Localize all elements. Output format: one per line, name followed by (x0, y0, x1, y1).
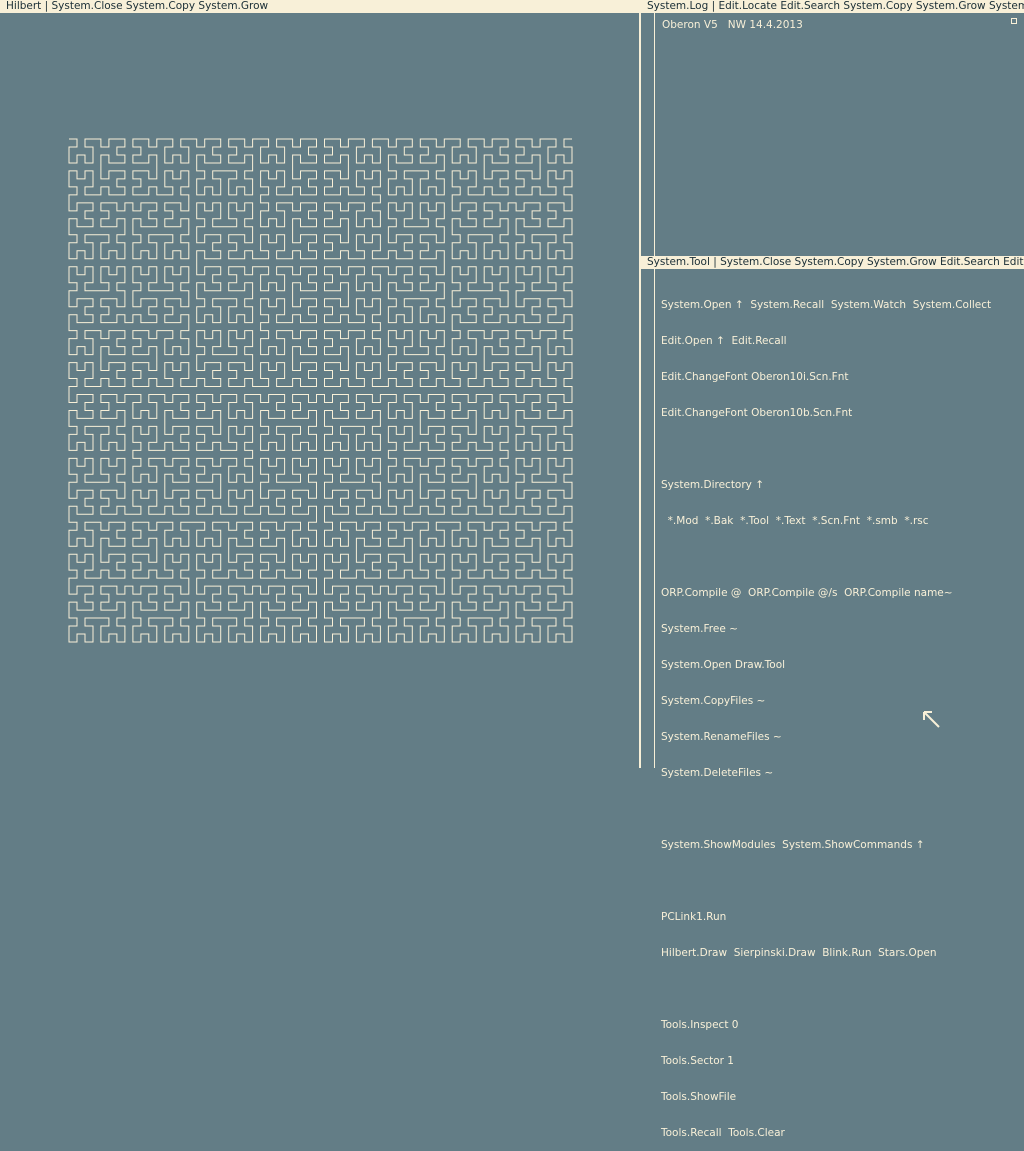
hilbert-curve-drawing (68, 138, 573, 643)
hilbert-viewer-title-bar[interactable]: Hilbert | System.Close System.Copy Syste… (0, 0, 640, 13)
command-line (661, 803, 991, 815)
arrow-cursor-icon (923, 711, 940, 728)
viewer-divider (639, 0, 641, 768)
command-line[interactable]: System.Open Draw.Tool (661, 659, 991, 671)
track-divider (654, 13, 655, 256)
command-line[interactable]: ORP.Compile @ ORP.Compile @/s ORP.Compil… (661, 587, 991, 599)
command-line[interactable]: System.Directory ↑ (661, 479, 991, 491)
command-line[interactable]: System.DeleteFiles ~ (661, 767, 991, 779)
command-line[interactable]: System.RenameFiles ~ (661, 731, 991, 743)
command-line (661, 551, 991, 563)
command-line[interactable]: Tools.Recall Tools.Clear (661, 1127, 991, 1139)
command-line[interactable]: System.Free ~ (661, 623, 991, 635)
track-divider-lower (654, 269, 655, 768)
command-line[interactable]: System.Open ↑ System.Recall System.Watch… (661, 299, 991, 311)
command-line[interactable]: System.CopyFiles ~ (661, 695, 991, 707)
command-line (661, 875, 991, 887)
command-line[interactable]: PCLink1.Run (661, 911, 991, 923)
command-line[interactable]: Edit.Open ↑ Edit.Recall (661, 335, 991, 347)
command-line[interactable]: Edit.ChangeFont Oberon10b.Scn.Fnt (661, 407, 991, 419)
log-viewer-title-bar[interactable]: System.Log | Edit.Locate Edit.Search Sys… (641, 0, 1024, 13)
tool-viewer-title-bar[interactable]: System.Tool | System.Close System.Copy S… (641, 256, 1024, 269)
command-line[interactable]: Tools.ShowFile (661, 1091, 991, 1103)
command-line[interactable]: Tools.Inspect 0 (661, 1019, 991, 1031)
hilbert-curve-path (68, 138, 573, 643)
command-line (661, 443, 991, 455)
square-marker-icon (1011, 18, 1017, 24)
command-line[interactable]: Hilbert.Draw Sierpinski.Draw Blink.Run S… (661, 947, 991, 959)
command-line[interactable]: Edit.ChangeFont Oberon10i.Scn.Fnt (661, 371, 991, 383)
log-text: Oberon V5 NW 14.4.2013 (662, 19, 803, 31)
command-line[interactable]: *.Mod *.Bak *.Tool *.Text *.Scn.Fnt *.sm… (661, 515, 991, 527)
command-line[interactable]: System.ShowModules System.ShowCommands ↑ (661, 839, 991, 851)
command-line (661, 983, 991, 995)
hilbert-viewer-canvas (0, 13, 639, 768)
command-line[interactable]: Tools.Sector 1 (661, 1055, 991, 1067)
